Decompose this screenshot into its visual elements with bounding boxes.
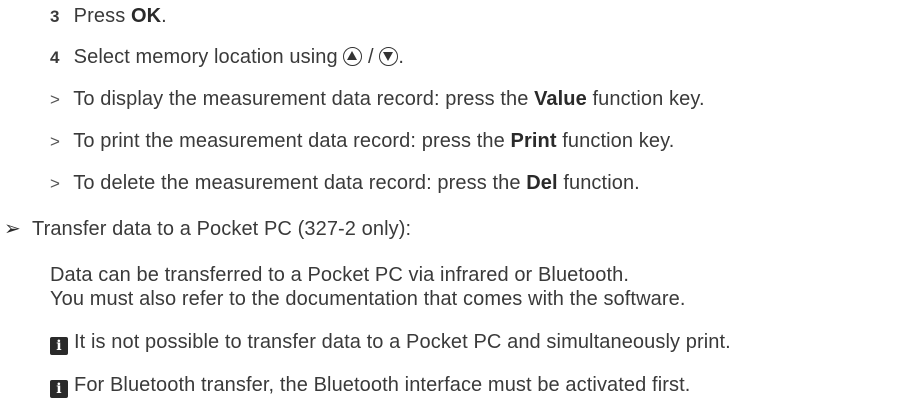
action-text: Transfer data to a Pocket PC (327-2 only… xyxy=(32,218,412,240)
result-text-post: function. xyxy=(557,172,640,194)
print-key-label: Print xyxy=(510,130,557,152)
info-icon: i xyxy=(50,380,68,398)
result-delete: > To delete the measurement data record:… xyxy=(50,171,640,196)
step-4: 4 Select memory location using / . xyxy=(50,45,404,70)
result-marker: > xyxy=(50,174,61,193)
arrow-up-circle-icon xyxy=(343,47,363,66)
del-key-label: Del xyxy=(526,172,558,194)
note-2: i For Bluetooth transfer, the Bluetooth i… xyxy=(50,373,690,398)
info-icon: i xyxy=(50,337,68,355)
manual-page: 3 Press OK. 4 Select memory location usi… xyxy=(0,0,918,406)
result-marker: > xyxy=(50,90,61,109)
step-text-post: . xyxy=(398,46,405,68)
step-separator: / xyxy=(362,46,380,68)
step-text-pre: Select memory location using xyxy=(73,46,344,68)
note-text: It is not possible to transfer data to a… xyxy=(74,331,731,353)
step-text-pre: Press xyxy=(73,5,131,27)
result-text-pre: To display the measurement data record: … xyxy=(73,88,535,110)
value-key-label: Value xyxy=(534,88,587,110)
step-text-post: . xyxy=(161,5,167,27)
paragraph-line-1: Data can be transferred to a Pocket PC v… xyxy=(50,264,630,286)
result-print: > To print the measurement data record: … xyxy=(50,129,674,154)
ok-key-label: OK xyxy=(130,5,162,27)
action-transfer: ➢ Transfer data to a Pocket PC (327-2 onl… xyxy=(4,217,411,241)
result-text-post: function key. xyxy=(556,130,675,152)
action-arrow-icon: ➢ xyxy=(4,218,21,240)
step-3: 3 Press OK. xyxy=(50,4,167,29)
result-text-pre: To print the measurement data record: pr… xyxy=(73,130,511,152)
paragraph-line-2: You must also refer to the documentation… xyxy=(50,288,686,310)
arrow-down-circle-icon xyxy=(379,47,399,66)
note-text: For Bluetooth transfer, the Bluetooth in… xyxy=(74,374,691,396)
result-text-pre: To delete the measurement data record: p… xyxy=(73,172,527,194)
result-display: > To display the measurement data record… xyxy=(50,87,705,112)
note-1: i It is not possible to transfer data to … xyxy=(50,330,731,355)
step-number: 4 xyxy=(50,48,60,67)
result-text-post: function key. xyxy=(586,88,705,110)
result-marker: > xyxy=(50,132,61,151)
step-number: 3 xyxy=(50,7,60,26)
